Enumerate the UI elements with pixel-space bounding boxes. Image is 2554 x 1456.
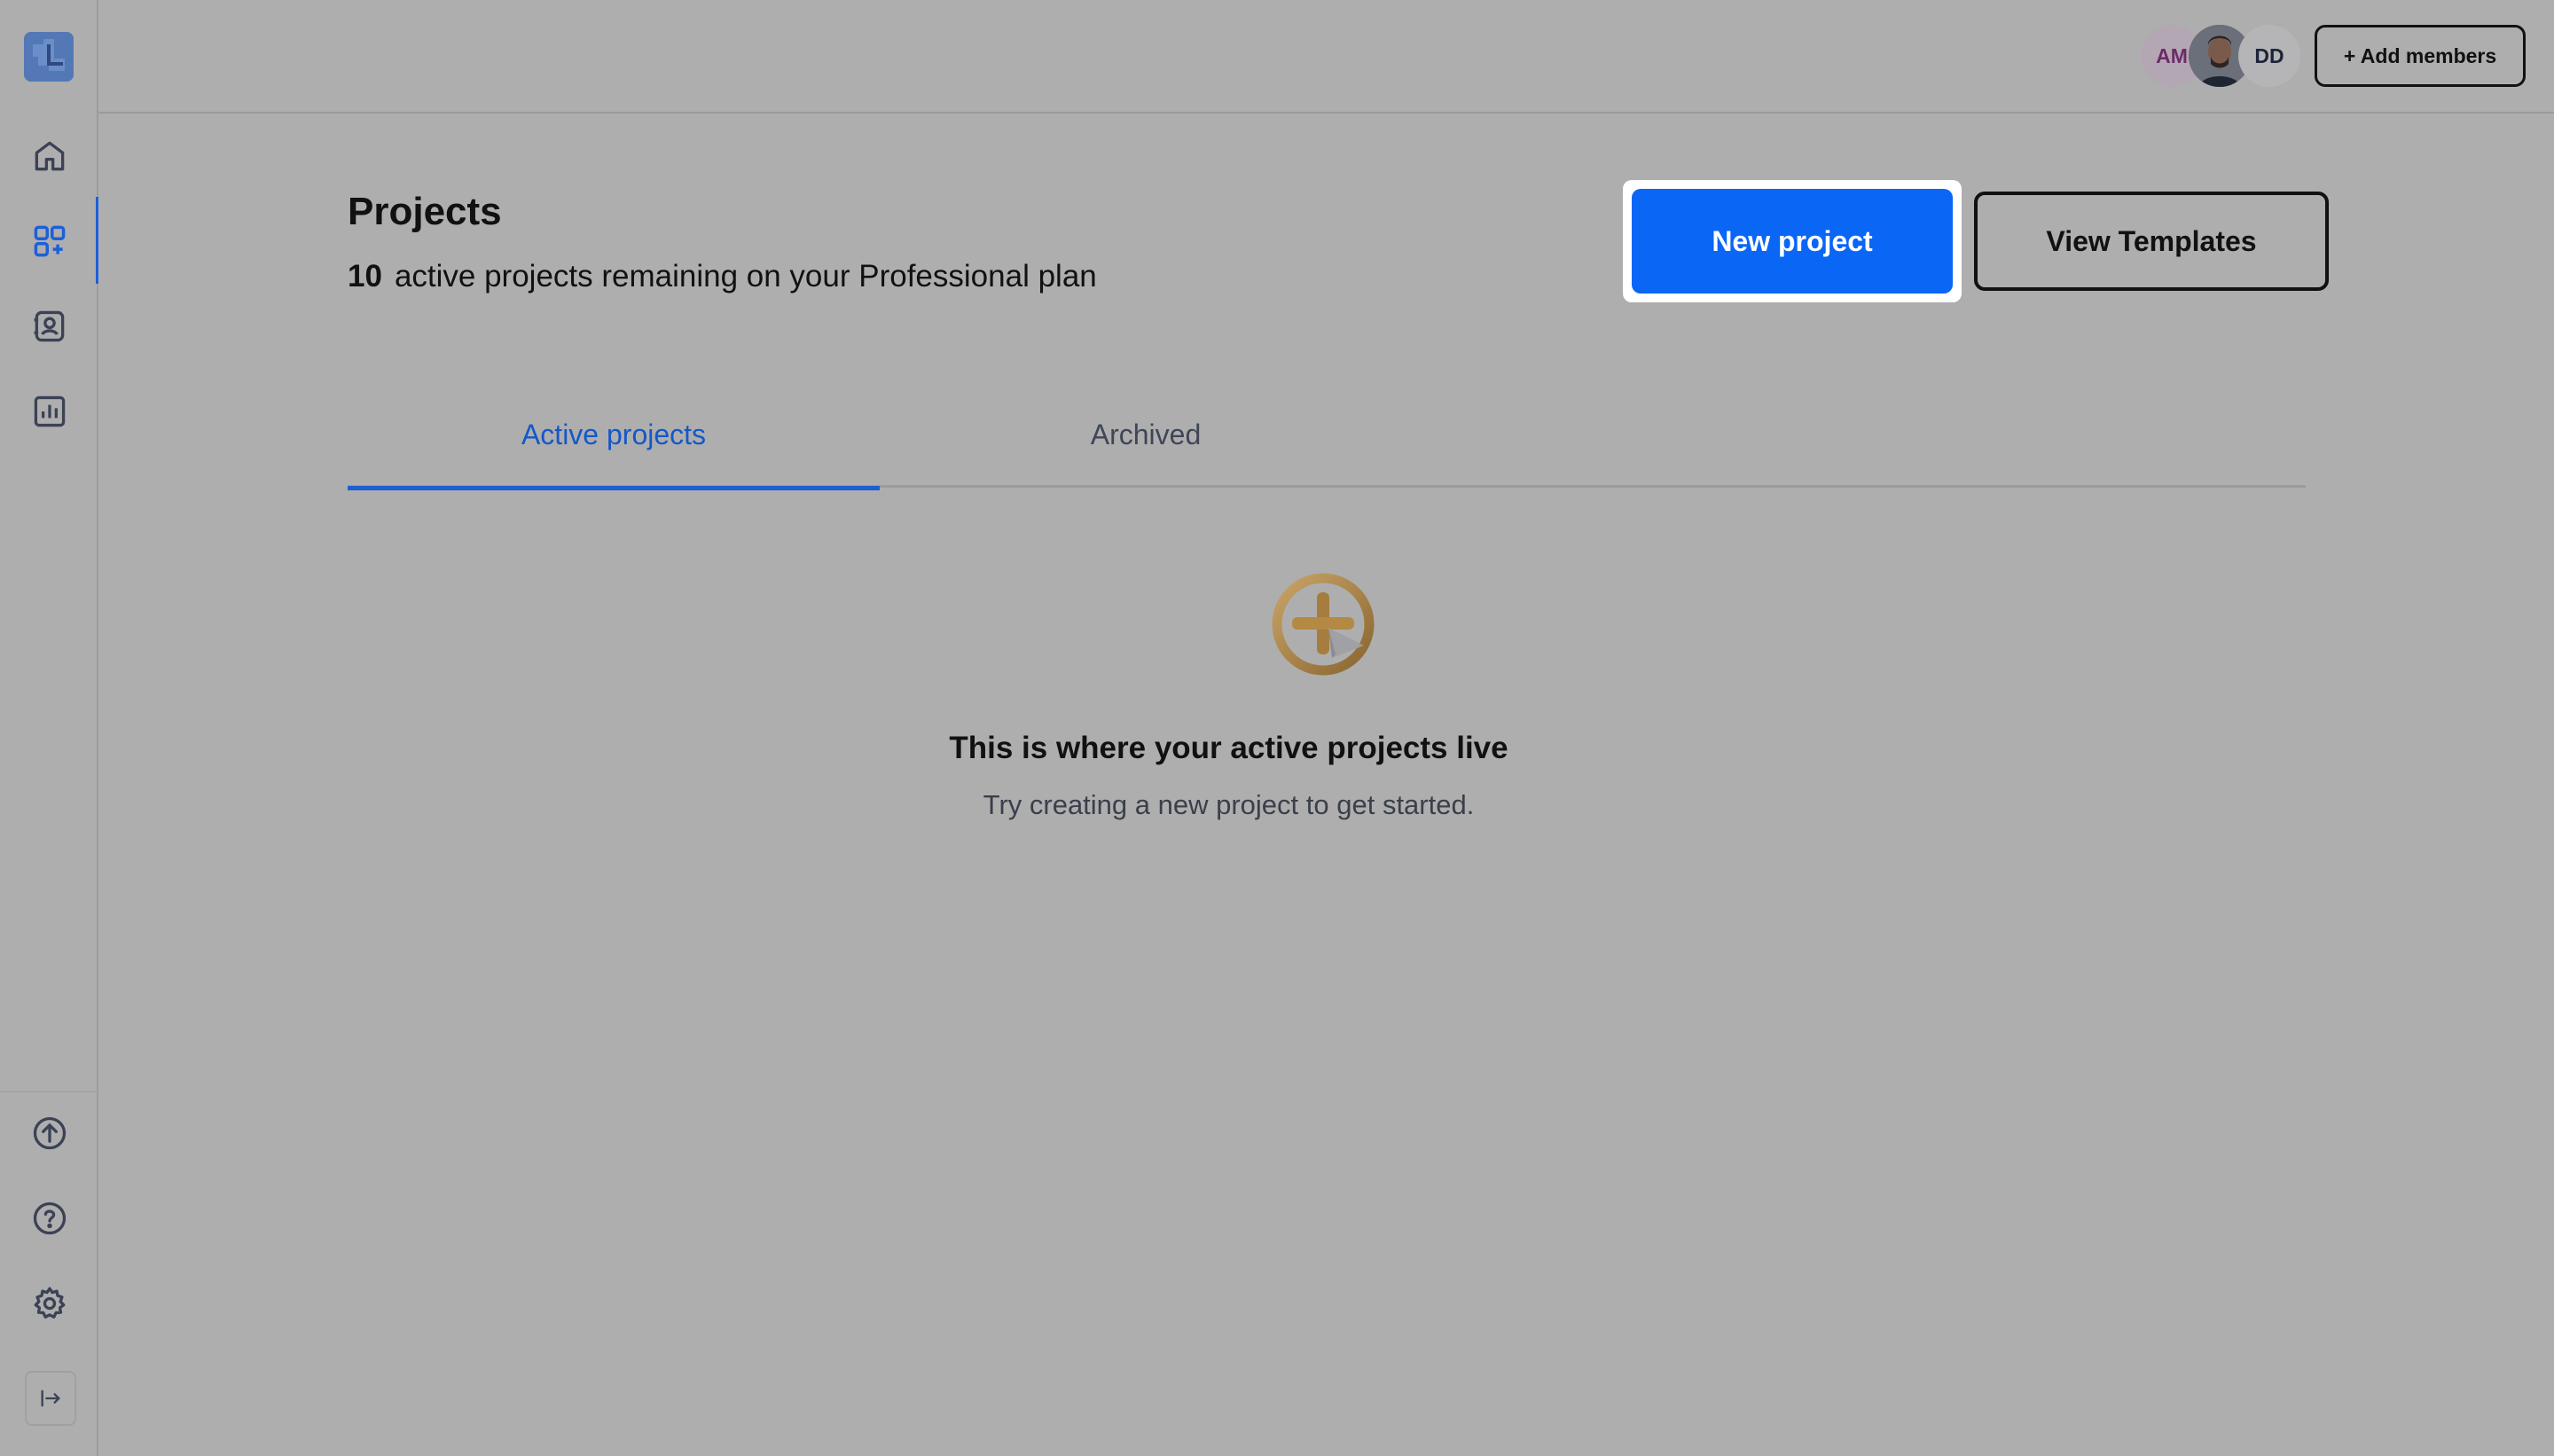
collapse-sidebar-button[interactable] [25, 1371, 76, 1426]
plan-remaining-text: 10 active projects remaining on your Prof… [348, 259, 1097, 294]
sidebar-item-home[interactable] [25, 131, 74, 181]
tab-active-projects[interactable]: Active projects [348, 381, 880, 490]
sidebar-item-upgrade[interactable] [25, 1108, 74, 1158]
sidebar-item-analytics[interactable] [25, 387, 74, 436]
empty-state-title: This is where your active projects live [949, 731, 1508, 765]
remaining-label: active projects remaining on your Profes… [394, 259, 1097, 294]
project-tabs: Active projects Archived [348, 381, 2306, 490]
sidebar-active-indicator [96, 197, 98, 284]
contacts-icon [34, 310, 65, 342]
sidebar-divider [0, 1091, 98, 1092]
home-icon [35, 141, 65, 171]
add-members-button[interactable]: + Add members [2315, 25, 2526, 87]
gear-icon [34, 1287, 66, 1319]
new-project-highlight: New project [1623, 180, 1962, 302]
grid-icon [34, 225, 66, 257]
new-project-button[interactable]: New project [1632, 189, 1953, 294]
upload-circle-icon [33, 1116, 67, 1150]
sidebar [0, 0, 98, 1456]
view-templates-button[interactable]: View Templates [1974, 192, 2329, 291]
add-project-icon [1268, 566, 1389, 686]
sidebar-item-settings[interactable] [25, 1279, 74, 1328]
sidebar-item-contacts[interactable] [25, 301, 74, 351]
sidebar-item-help[interactable] [25, 1194, 74, 1243]
bar-chart-icon [34, 395, 66, 427]
app-logo[interactable] [24, 32, 74, 82]
page-title: Projects [348, 190, 502, 233]
tab-archived[interactable]: Archived [880, 381, 1412, 488]
empty-state-subtitle: Try creating a new project to get starte… [983, 789, 1475, 820]
sidebar-item-projects[interactable] [25, 216, 74, 266]
help-icon [33, 1202, 67, 1235]
avatar[interactable]: DD [2238, 25, 2300, 87]
expand-sidebar-icon [41, 1389, 60, 1407]
remaining-count: 10 [348, 259, 382, 294]
